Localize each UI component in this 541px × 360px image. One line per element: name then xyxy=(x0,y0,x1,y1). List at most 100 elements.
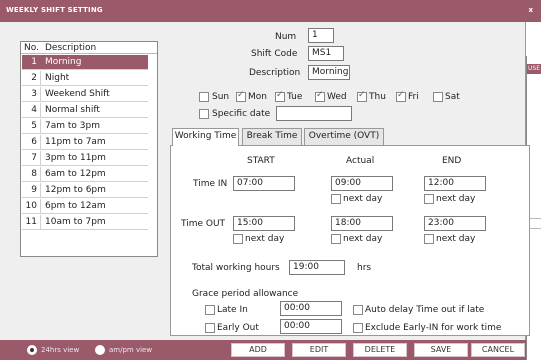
delete-button[interactable]: DELETE xyxy=(353,343,407,357)
radio-24hrs-label: 24hrs view xyxy=(41,346,80,354)
bottom-action-bar: 24hrs view am/pm view ADD EDIT DELETE SA… xyxy=(0,340,526,360)
checkbox-tue[interactable] xyxy=(275,90,285,102)
row-number: 6 xyxy=(22,135,41,149)
shift-code-field[interactable]: MS1 xyxy=(308,46,344,61)
time-out-end-field[interactable]: 23:00 xyxy=(424,216,486,231)
column-header-description: Description xyxy=(45,43,97,53)
checkbox-wed[interactable] xyxy=(315,90,325,102)
checkbox-specific-date[interactable] xyxy=(199,109,209,119)
working-time-panel: START Actual END Time IN 07:00 09:00 12:… xyxy=(170,145,530,336)
radio-ampm-label: am/pm view xyxy=(109,346,153,354)
title-bar: WEEKLY SHIFT SETTING x xyxy=(0,0,541,22)
time-out-start-field[interactable]: 15:00 xyxy=(233,216,295,231)
add-button[interactable]: ADD xyxy=(231,343,285,357)
row-number: 8 xyxy=(22,167,41,181)
save-button[interactable]: SAVE xyxy=(414,343,468,357)
time-in-end-field[interactable]: 12:00 xyxy=(424,176,486,191)
checkbox-time-out-start-next-day[interactable] xyxy=(233,234,243,244)
shift-list-header: No. Description xyxy=(21,42,157,54)
row-description: 11pm to 7am xyxy=(45,137,106,147)
early-out-label: Early Out xyxy=(217,323,259,333)
early-out-field[interactable]: 00:00 xyxy=(280,319,342,334)
row-number: 7 xyxy=(22,151,41,165)
description-field[interactable]: Morning xyxy=(308,65,350,80)
checkbox-time-in-actual-next-day[interactable] xyxy=(331,194,341,204)
row-description: 6am to 12pm xyxy=(45,169,106,179)
shift-list-row[interactable]: 2 Night xyxy=(22,71,148,86)
edit-button[interactable]: EDIT xyxy=(292,343,346,357)
row-description: 6pm to 12am xyxy=(45,201,106,211)
close-icon[interactable]: x xyxy=(528,6,533,14)
checkbox-exclude-early-in[interactable] xyxy=(353,323,363,333)
shift-list-row[interactable]: 4 Normal shift xyxy=(22,103,148,118)
shift-list-row[interactable]: 6 11pm to 7am xyxy=(22,135,148,150)
row-number: 5 xyxy=(22,119,41,133)
next-day-label: next day xyxy=(436,194,476,204)
shift-list-row[interactable]: 8 6am to 12pm xyxy=(22,167,148,182)
shift-list-row[interactable]: 7 3pm to 11pm xyxy=(22,151,148,166)
hours-unit-label: hrs xyxy=(357,263,372,273)
time-in-start-field[interactable]: 07:00 xyxy=(233,176,295,191)
radio-24hrs-view[interactable] xyxy=(27,345,37,355)
checkbox-sun[interactable] xyxy=(199,92,209,102)
shift-list-row[interactable]: 1 Morning xyxy=(22,55,148,70)
time-in-label: Time IN xyxy=(193,179,228,189)
checkbox-time-out-end-next-day[interactable] xyxy=(424,234,434,244)
row-number: 11 xyxy=(22,215,41,229)
checkbox-sat[interactable] xyxy=(433,92,443,102)
shift-list-row[interactable]: 11 10am to 7pm xyxy=(22,215,148,230)
day-label-mon: Mon xyxy=(248,92,267,102)
grace-period-label: Grace period allowance xyxy=(192,289,299,299)
shift-list-row[interactable]: 10 6pm to 12am xyxy=(22,199,148,214)
checkbox-time-in-end-next-day[interactable] xyxy=(424,194,434,204)
next-day-label: next day xyxy=(436,234,476,244)
checkbox-fri[interactable] xyxy=(396,90,406,102)
next-day-label: next day xyxy=(343,194,383,204)
description-label: Description xyxy=(249,68,301,78)
row-number: 9 xyxy=(22,183,41,197)
cancel-button[interactable]: CANCEL xyxy=(471,343,525,357)
checkbox-thu[interactable] xyxy=(357,90,367,102)
tab-break-time[interactable]: Break Time xyxy=(242,128,302,145)
specific-date-field[interactable] xyxy=(276,106,352,121)
late-in-field[interactable]: 00:00 xyxy=(280,301,342,316)
time-out-label: Time OUT xyxy=(181,219,226,229)
column-header-end: END xyxy=(442,156,462,166)
row-description: Normal shift xyxy=(45,105,100,115)
shift-list-row[interactable]: 5 7am to 3pm xyxy=(22,119,148,134)
checkbox-mon[interactable] xyxy=(236,90,246,102)
shift-list-row[interactable]: 9 12pm to 6pm xyxy=(22,183,148,198)
row-number: 3 xyxy=(22,87,41,101)
row-number: 1 xyxy=(22,55,41,69)
exclude-early-in-label: Exclude Early-IN for work time xyxy=(365,323,502,333)
row-number: 2 xyxy=(22,71,41,85)
checkbox-late-in[interactable] xyxy=(205,305,215,315)
time-out-actual-field[interactable]: 18:00 xyxy=(331,216,393,231)
row-description: 3pm to 11pm xyxy=(45,153,106,163)
checkbox-auto-delay[interactable] xyxy=(353,305,363,315)
row-number: 4 xyxy=(22,103,41,117)
row-description: 10am to 7pm xyxy=(45,217,106,227)
shift-setting-window: No. Description 1 Morning 2 Night 3 Weekend… xyxy=(0,22,530,360)
shift-code-label: Shift Code xyxy=(251,49,298,59)
num-field[interactable]: 1 xyxy=(308,28,334,43)
window-title: WEEKLY SHIFT SETTING xyxy=(6,6,103,14)
day-label-sat: Sat xyxy=(445,92,460,102)
day-label-tue: Tue xyxy=(287,92,303,102)
total-working-hours-label: Total working hours xyxy=(192,263,280,273)
total-working-hours-field[interactable]: 19:00 xyxy=(289,260,345,275)
tab-overtime[interactable]: Overtime (OVT) xyxy=(304,128,384,145)
tab-working-time[interactable]: Working Time xyxy=(172,128,239,146)
time-in-actual-field[interactable]: 09:00 xyxy=(331,176,393,191)
checkbox-early-out[interactable] xyxy=(205,323,215,333)
column-header-start: START xyxy=(247,156,275,166)
checkbox-time-out-actual-next-day[interactable] xyxy=(331,234,341,244)
background-window-titlebar: USE xyxy=(527,64,541,74)
next-day-label: next day xyxy=(245,234,285,244)
day-label-sun: Sun xyxy=(212,92,230,102)
radio-ampm-view[interactable] xyxy=(95,345,105,355)
num-label: Num xyxy=(275,32,297,42)
row-description: Night xyxy=(45,73,70,83)
shift-list-row[interactable]: 3 Weekend Shift xyxy=(22,87,148,102)
auto-delay-label: Auto delay Time out if late xyxy=(365,305,485,315)
